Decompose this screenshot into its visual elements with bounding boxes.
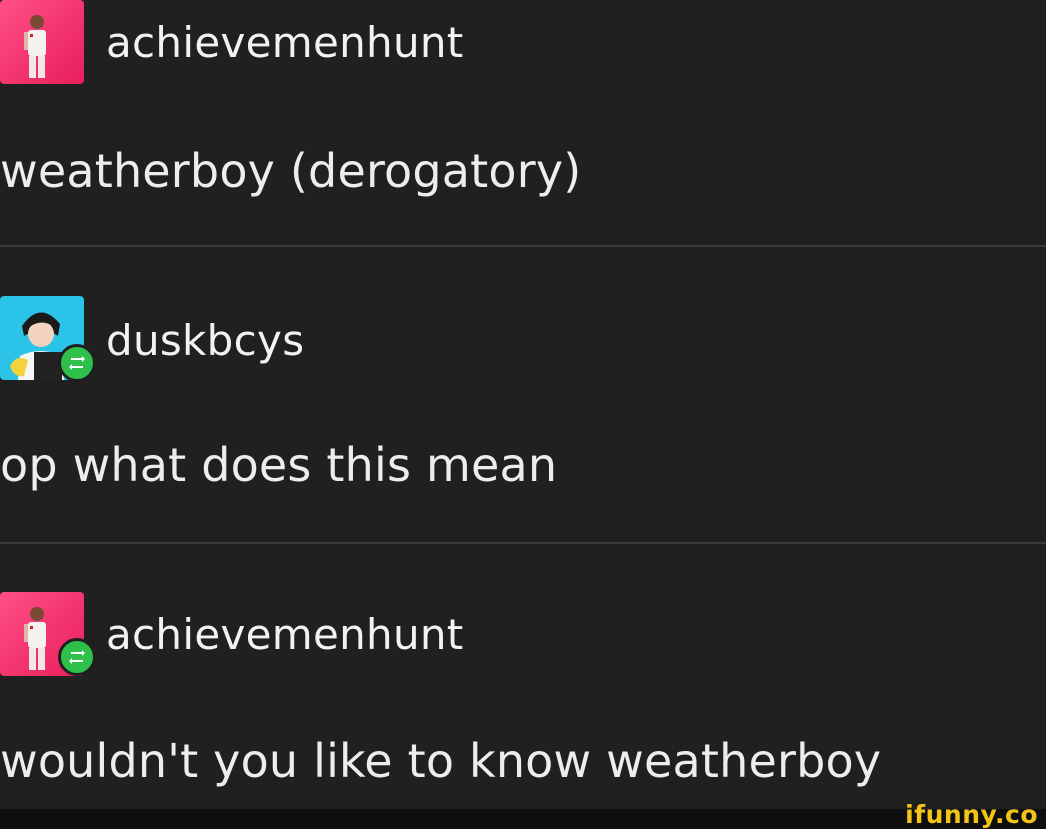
reblog-icon [58, 638, 96, 676]
post-divider [0, 245, 1046, 247]
reblog-icon [58, 344, 96, 382]
post-body: op what does this mean [0, 438, 558, 492]
post-divider [0, 542, 1046, 544]
post-username[interactable]: achievemenhunt [106, 18, 464, 67]
bottom-bar [0, 809, 1046, 829]
ifunny-watermark: ifunny.co [905, 800, 1038, 829]
reblog-thread: achievemenhunt weatherboy (derogatory) d… [0, 0, 1046, 809]
post-username[interactable]: achievemenhunt [106, 610, 464, 659]
post-body: weatherboy (derogatory) [0, 144, 582, 198]
post-username[interactable]: duskbcys [106, 316, 304, 365]
post-body: wouldn't you like to know weatherboy [0, 734, 882, 788]
pink-avatar-icon[interactable] [0, 0, 84, 84]
